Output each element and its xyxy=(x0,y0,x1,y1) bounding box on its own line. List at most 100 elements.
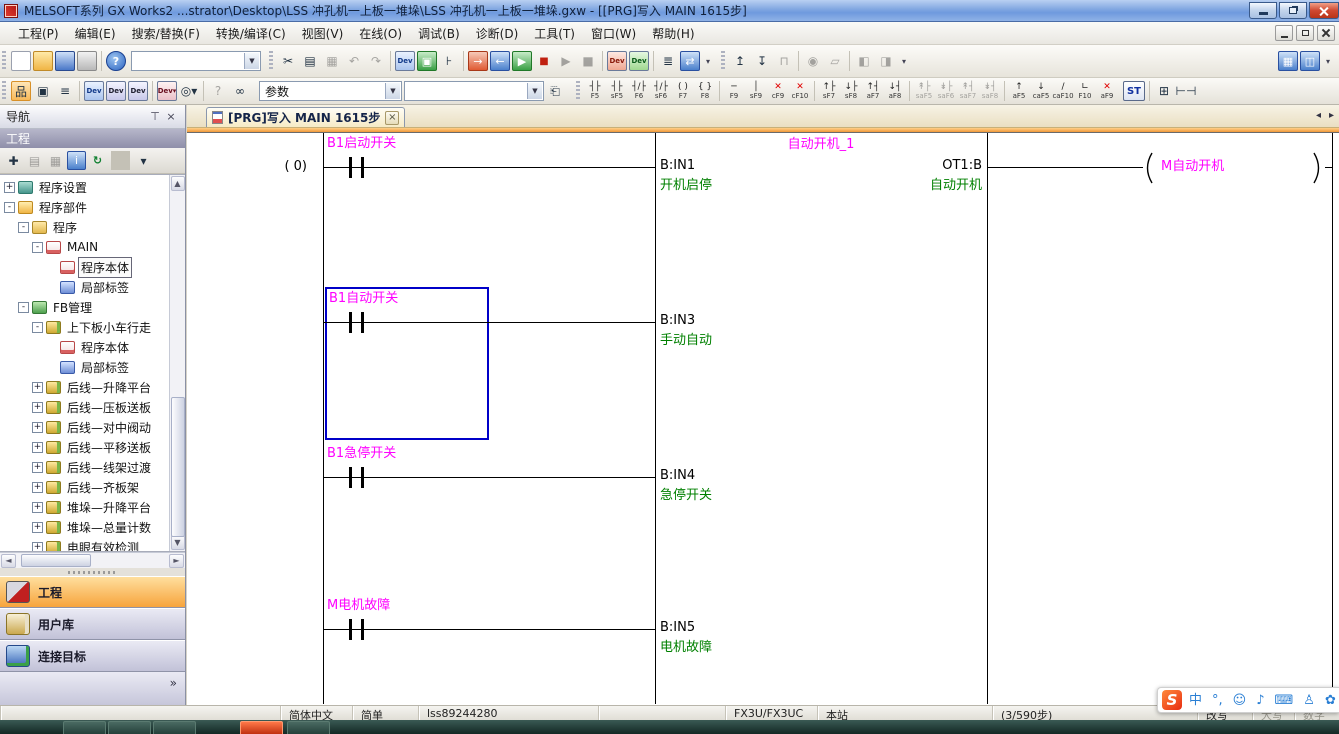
tree-expander[interactable]: + xyxy=(32,442,43,453)
scroll-up-icon[interactable]: ▲ xyxy=(171,176,185,191)
ladder-symbol-button[interactable]: ↟├saF5 xyxy=(913,79,935,104)
ladder-symbol-button[interactable]: ↟┤saF7 xyxy=(957,79,979,104)
ladder-symbol-button[interactable]: │sF9 xyxy=(745,79,767,104)
contact-label[interactable]: M电机故障 xyxy=(327,598,390,614)
mic-icon[interactable]: ♪ xyxy=(1256,694,1264,707)
ladder-symbol-button[interactable]: ┤├sF5 xyxy=(606,79,628,104)
contact-label[interactable]: B1启动开关 xyxy=(327,136,396,152)
property-icon[interactable]: i xyxy=(67,151,86,170)
tree-vertical-scrollbar[interactable]: ▲ ▼ xyxy=(169,175,185,551)
ladder-symbol-button[interactable]: ↓┤aF8 xyxy=(884,79,906,104)
device-find-menu-icon[interactable]: ◎▾ xyxy=(179,81,199,101)
read-from-plc-icon[interactable]: ← xyxy=(490,51,510,71)
tree-item[interactable]: + 堆垛—总量计数 xyxy=(0,517,169,537)
save-project-icon[interactable] xyxy=(55,51,75,71)
contact-label[interactable]: B1急停开关 xyxy=(327,446,396,462)
parameter-combo[interactable]: 参数▼ xyxy=(259,81,402,101)
menu-item[interactable]: 诊断(D) xyxy=(468,22,527,45)
taskbar-button[interactable] xyxy=(153,721,196,734)
tree-item[interactable]: + 后线—升降平台 xyxy=(0,377,169,397)
ladder-symbol-button[interactable]: ↑┤aF7 xyxy=(862,79,884,104)
minimize-button[interactable] xyxy=(1249,2,1277,19)
toolbar-overflow-icon[interactable]: ▾ xyxy=(702,51,714,71)
tree-expander[interactable]: - xyxy=(32,242,43,253)
ladder-canvas[interactable]: ( 0) 自动开机_1 B1启动开关 B:IN1 开机启停 OT1:B 自动开机… xyxy=(187,133,1339,704)
fb-input-label[interactable]: B:IN3 xyxy=(660,313,695,329)
scrollbar-thumb[interactable] xyxy=(21,554,91,567)
tree-expander[interactable] xyxy=(46,342,57,353)
ladder-symbol-button[interactable]: ( )F7 xyxy=(672,79,694,104)
ladder-find-icon[interactable]: ▣ xyxy=(417,51,437,71)
paste-data-icon[interactable]: ▦ xyxy=(46,151,65,170)
print-icon[interactable] xyxy=(77,51,97,71)
st-editor-icon[interactable]: ST xyxy=(1123,81,1145,101)
fb-find-icon[interactable]: ◉ xyxy=(803,51,823,71)
tree-expander[interactable] xyxy=(46,262,57,273)
child-close-button[interactable] xyxy=(1317,25,1335,41)
tree-expander[interactable] xyxy=(46,362,57,373)
new-project-icon[interactable] xyxy=(11,51,31,71)
label-window-icon[interactable]: ◫ xyxy=(1300,51,1320,71)
punctuation-icon[interactable]: °, xyxy=(1212,694,1223,707)
ladder-symbol-button[interactable]: ↓caF5 xyxy=(1030,79,1052,104)
nav-button-userlib[interactable]: 用户库 xyxy=(0,608,185,640)
tree-expander[interactable]: - xyxy=(18,302,29,313)
taskbar-button[interactable] xyxy=(63,721,106,734)
ladder-symbol-button[interactable]: ✕cF9 xyxy=(767,79,789,104)
device-find-icon[interactable]: Dev xyxy=(395,51,415,71)
chevron-down-icon[interactable]: ▼ xyxy=(385,83,400,99)
emoji-icon[interactable]: ☺ xyxy=(1233,694,1247,707)
tree-item[interactable]: - FB管理 xyxy=(0,297,169,317)
verify-icon[interactable]: ≣ xyxy=(658,51,678,71)
ladder-symbol-button[interactable]: ↡├saF6 xyxy=(935,79,957,104)
ladder-symbol-button[interactable] xyxy=(719,81,720,101)
tab-scroll-left-icon[interactable]: ◂ xyxy=(1316,110,1321,121)
tab-close-icon[interactable]: × xyxy=(385,111,399,125)
menu-item[interactable]: 搜索/替换(F) xyxy=(124,22,208,45)
contact-find-icon[interactable]: ⊦ xyxy=(439,51,459,71)
menu-item[interactable]: 调试(B) xyxy=(410,22,468,45)
ladder-symbol-button[interactable]: ↑aF5 xyxy=(1008,79,1030,104)
tree-expander[interactable]: + xyxy=(32,422,43,433)
toolbar-grip[interactable] xyxy=(269,51,273,71)
navigation-toggle-icon[interactable]: 品 xyxy=(11,81,31,101)
menu-item[interactable]: 工具(T) xyxy=(526,22,583,45)
tree-item[interactable]: - 程序 xyxy=(0,217,169,237)
ladder-symbol-button[interactable]: ┤/├sF6 xyxy=(650,79,672,104)
device-registration-icon[interactable]: Dev xyxy=(629,51,649,71)
zoom-ladder-icon[interactable]: ◧ xyxy=(854,51,874,71)
nav-button-connection[interactable]: 连接目标 xyxy=(0,640,185,672)
options-menu-icon[interactable]: ▾ xyxy=(1322,51,1334,71)
nav-button-project[interactable]: 工程 xyxy=(0,576,185,608)
tree-expander[interactable]: - xyxy=(32,322,43,333)
menu-item[interactable]: 视图(V) xyxy=(294,22,352,45)
scroll-right-icon[interactable]: ► xyxy=(169,554,184,568)
panel-splitter[interactable] xyxy=(0,568,185,576)
toolbar-grip[interactable] xyxy=(2,81,6,101)
scroll-down-icon[interactable]: ▼ xyxy=(171,535,185,550)
tab-main-program[interactable]: [PRG]写入 MAIN 1615步 × xyxy=(206,107,405,127)
tree-expander[interactable]: - xyxy=(4,202,15,213)
tree-expander[interactable]: + xyxy=(32,542,43,552)
ladder-symbol-button[interactable] xyxy=(909,81,910,101)
fb-input-label[interactable]: B:IN4 xyxy=(660,468,695,484)
toolbar-grip[interactable] xyxy=(576,81,580,101)
cross-reference-icon[interactable]: ∞ xyxy=(230,81,250,101)
tree-item[interactable]: 程序本体 xyxy=(0,337,169,357)
coil-label[interactable]: M自动开机 xyxy=(1161,159,1224,175)
tree-item[interactable]: + 程序设置 xyxy=(0,177,169,197)
help-context-icon[interactable]: ? xyxy=(208,81,228,101)
keyboard-icon[interactable]: ⌨ xyxy=(1275,694,1294,707)
scrollbar-thumb[interactable] xyxy=(171,397,185,537)
monitor-start-icon[interactable]: ▶ xyxy=(512,51,532,71)
sort-menu-icon[interactable]: ▾ xyxy=(134,151,153,170)
tree-item[interactable]: 程序本体 xyxy=(0,257,169,277)
toolbar-overflow-icon[interactable]: ▾ xyxy=(898,51,910,71)
fb-instance-title[interactable]: 自动开机_1 xyxy=(655,137,987,153)
tree-item[interactable]: + 后线—齐板架 xyxy=(0,477,169,497)
child-minimize-button[interactable] xyxy=(1275,25,1293,41)
menu-item[interactable]: 在线(O) xyxy=(351,22,410,45)
edit-rung-icon[interactable]: ⊓ xyxy=(774,51,794,71)
toolbar-grip[interactable] xyxy=(2,51,6,71)
monitor-stop-icon[interactable]: ■ xyxy=(534,51,554,71)
